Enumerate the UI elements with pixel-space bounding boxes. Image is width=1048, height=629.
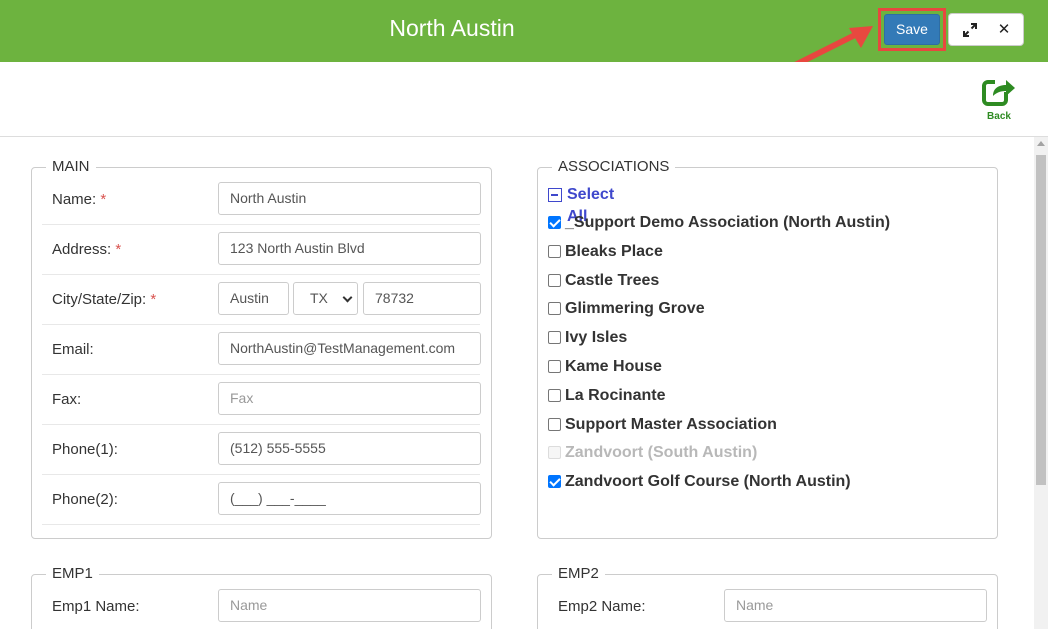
zip-input[interactable]: 78732 [363,282,481,315]
name-input[interactable]: North Austin [218,182,481,215]
city-state-zip-row: City/State/Zip: * Austin TX 78732 [42,275,481,325]
association-checkbox[interactable] [548,475,561,489]
emp2-name-input[interactable]: Name [724,589,987,622]
email-input[interactable]: NorthAustin@TestManagement.com [218,332,481,365]
fax-input[interactable]: Fax [218,382,481,415]
address-label: Address: * [52,241,122,258]
phone1-label: Phone(1): [52,441,118,458]
association-checkbox[interactable] [548,417,561,431]
emp2-legend: EMP2 [552,565,605,582]
email-row: Email: NorthAustin@TestManagement.com [42,325,481,375]
association-checkbox[interactable] [548,360,561,373]
vertical-scrollbar[interactable] [1034,137,1048,629]
association-label: La Rocinante [565,386,666,404]
emp1-fieldset: EMP1 Emp1 Name: Name [31,565,492,629]
page-title: North Austin [389,15,515,41]
association-checkbox[interactable] [548,388,561,402]
emp1-name-input[interactable]: Name [218,589,481,622]
association-checkbox[interactable] [548,331,561,345]
emp2-fieldset: EMP2 Emp2 Name: Name [537,565,998,629]
scroll-up-icon[interactable] [1037,141,1045,146]
association-checkbox[interactable] [548,216,561,229]
association-label: Ivy Isles [565,329,628,347]
minus-square-icon [548,188,562,202]
association-label: Zandvoort Golf Course (North Austin) [565,473,851,491]
association-label: Zandvoort (South Austin) [565,444,758,462]
main-fieldset: MAIN Name: * North Austin Address: * 123… [31,158,492,539]
city-state-zip-label: City/State/Zip: * [52,291,157,308]
association-label: Support Master Association [565,415,777,433]
close-icon[interactable]: ✕ [985,14,1023,45]
phone2-input[interactable]: (___) ___-____ [218,482,481,515]
fax-row: Fax: Fax [42,375,481,425]
back-button[interactable]: Back [978,76,1020,122]
main-legend: MAIN [46,158,96,175]
chevron-down-icon [342,292,353,303]
association-label: Glimmering Grove [565,300,705,318]
association-checkbox [548,446,561,460]
save-button-highlight: Save [878,8,946,51]
save-button[interactable]: Save [884,14,940,45]
phone1-row: Phone(1): (512) 555-5555 [42,425,481,475]
association-label: Kame House [565,358,662,375]
association-checkbox[interactable] [548,302,561,316]
association-checkbox[interactable] [548,244,561,258]
association-checkbox[interactable] [548,273,561,287]
association-label: _Support Demo Association (North Austin) [565,214,891,231]
emp2-name-row: Emp2 Name: Name [548,582,987,629]
expand-icon[interactable] [951,14,989,45]
emp2-name-label: Emp2 Name: [558,598,646,615]
window-controls: ✕ [948,13,1024,46]
name-label: Name: * [52,191,107,208]
phone1-input[interactable]: (512) 555-5555 [218,432,481,465]
scrollbar-thumb[interactable] [1036,155,1046,485]
form-content: MAIN Name: * North Austin Address: * 123… [0,137,1034,629]
email-label: Email: [52,341,94,358]
associations-legend: ASSOCIATIONS [552,158,676,175]
emp1-legend: EMP1 [46,565,99,582]
phone2-row: Phone(2): (___) ___-____ [42,475,481,525]
state-select[interactable]: TX [293,282,358,315]
emp1-name-row: Emp1 Name: Name [42,582,481,629]
fax-label: Fax: [52,391,82,408]
emp1-name-label: Emp1 Name: [52,598,140,615]
address-input[interactable]: 123 North Austin Blvd [218,232,481,265]
city-input[interactable]: Austin [218,282,289,315]
association-label: Castle Trees [565,271,660,289]
associations-fieldset: ASSOCIATIONS Select All _Support Demo As… [537,158,998,539]
phone2-label: Phone(2): [52,491,118,508]
association-label: Bleaks Place [565,242,663,260]
modal-header: North Austin Save ✕ [0,0,1048,62]
name-row: Name: * North Austin [42,175,481,225]
address-row: Address: * 123 North Austin Blvd [42,225,481,275]
share-back-icon [982,78,1015,106]
toolbar: Back [0,62,1048,137]
back-label: Back [987,111,1011,122]
